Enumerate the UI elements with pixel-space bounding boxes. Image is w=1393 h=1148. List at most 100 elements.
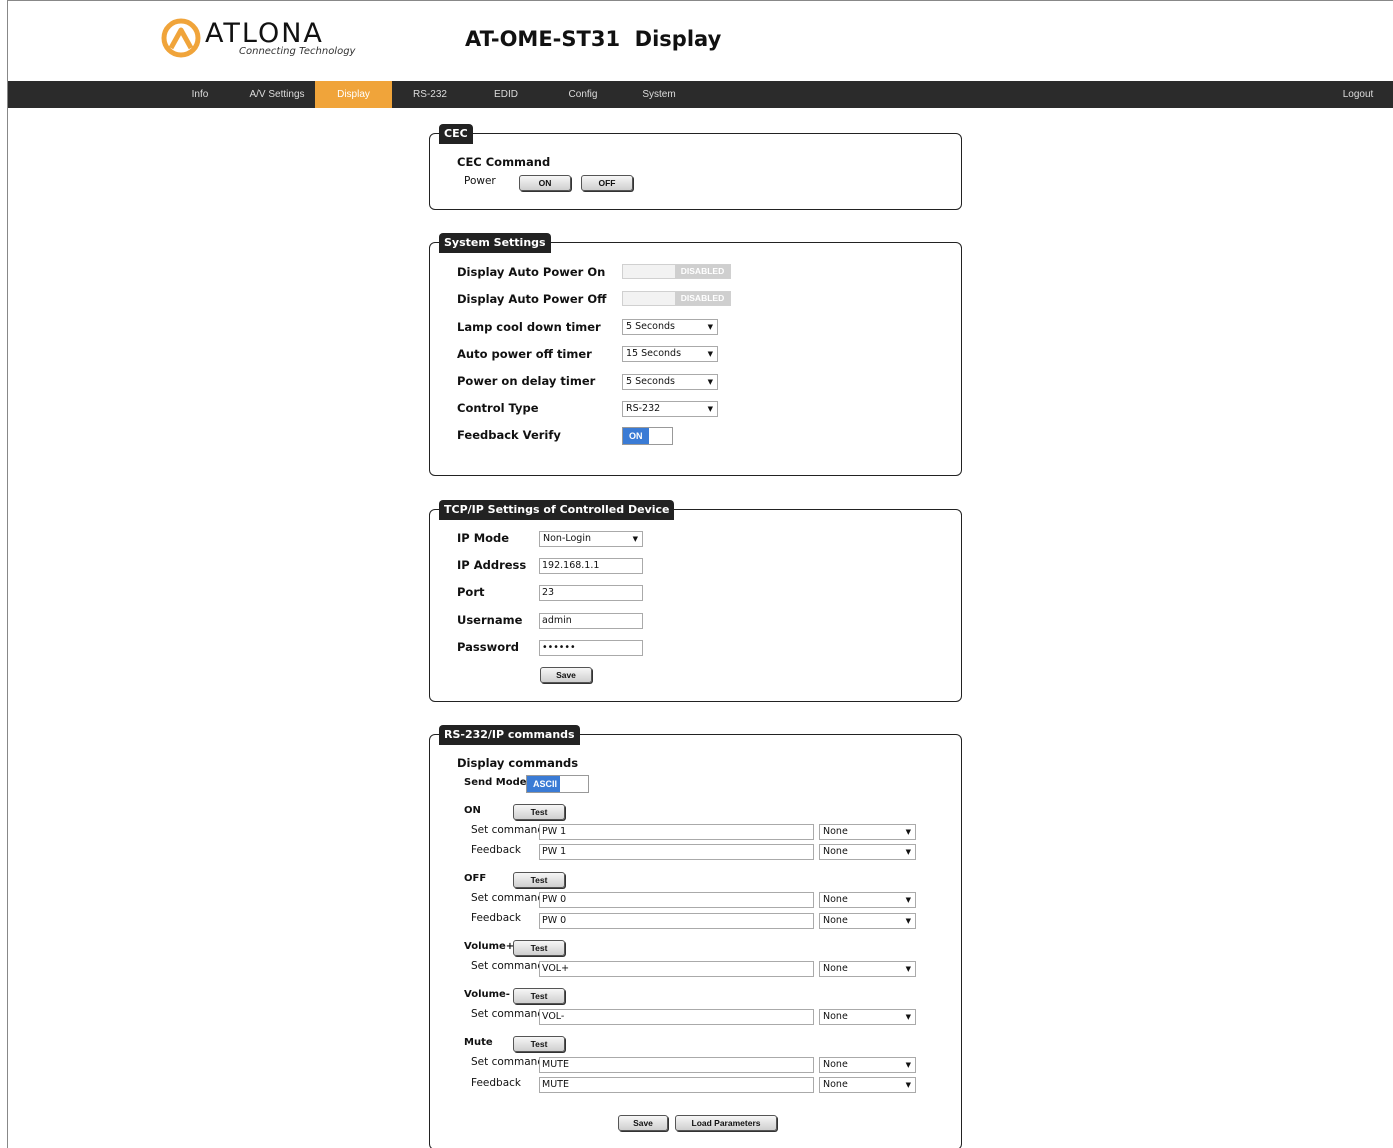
auto-power-on-label: Display Auto Power On: [457, 265, 606, 279]
cmd-off-set-select[interactable]: None ▼: [819, 892, 916, 908]
cmd-volup-test-button[interactable]: Test: [513, 940, 565, 956]
cmd-off-set-select-value: None: [823, 894, 848, 905]
cec-power-off-button[interactable]: OFF: [581, 175, 633, 191]
chevron-down-icon: ▼: [905, 917, 911, 925]
username-label: Username: [457, 613, 523, 627]
cec-power-on-button[interactable]: ON: [519, 175, 571, 191]
feedback-verify-toggle[interactable]: ON: [622, 427, 673, 445]
chevron-down-icon: ▼: [905, 828, 911, 836]
cmd-on-feedback-label: Feedback: [471, 844, 522, 856]
top-nav: Info A/V Settings Display RS-232 EDID Co…: [8, 81, 1393, 108]
display-commands-label: Display commands: [457, 756, 579, 770]
cmd-off-feedback-select[interactable]: None ▼: [819, 913, 916, 929]
cmd-voldown-set-select-value: None: [823, 1011, 848, 1022]
page-title: AT-OME-ST31 Display: [465, 27, 722, 51]
cec-legend: CEC: [439, 124, 473, 144]
cmd-on-feedback-select[interactable]: None ▼: [819, 844, 916, 860]
cmd-volup-set-input[interactable]: VOL+: [539, 961, 814, 977]
cmd-mute-label: Mute: [464, 1037, 493, 1048]
cmd-mute-set-select-value: None: [823, 1059, 848, 1070]
cmd-on-set-input[interactable]: PW 1: [539, 824, 814, 840]
cmd-on-feedback-input[interactable]: PW 1: [539, 844, 814, 860]
ip-mode-value: Non-Login: [543, 533, 591, 544]
system-settings-legend: System Settings: [439, 233, 551, 253]
cmd-off-feedback-input[interactable]: PW 0: [539, 913, 814, 929]
nav-item-av-settings[interactable]: A/V Settings: [240, 81, 314, 108]
chevron-down-icon: ▼: [905, 1013, 911, 1021]
nav-item-config[interactable]: Config: [562, 81, 604, 108]
tcp-ip-section: TCP/IP Settings of Controlled Device IP …: [429, 500, 962, 702]
cmd-mute-set-select[interactable]: None ▼: [819, 1057, 916, 1073]
logo-wordmark: ATLONA: [205, 18, 324, 49]
cmd-voldown-set-input[interactable]: VOL-: [539, 1009, 814, 1025]
port-input[interactable]: 23: [539, 585, 643, 601]
cmd-on-set-label: Set command: [471, 824, 544, 836]
cmd-on-set-select[interactable]: None ▼: [819, 824, 916, 840]
cec-command-label: CEC Command: [457, 155, 551, 169]
auto-power-off-toggle[interactable]: DISABLED: [622, 291, 731, 306]
lamp-cool-down-value: 5 Seconds: [626, 321, 675, 332]
auto-power-on-toggle[interactable]: DISABLED: [622, 264, 731, 279]
rs232-save-button[interactable]: Save: [618, 1115, 668, 1131]
chevron-down-icon: ▼: [905, 1061, 911, 1069]
chevron-down-icon: ▼: [905, 965, 911, 973]
password-label: Password: [457, 640, 519, 654]
chevron-down-icon: ▼: [707, 378, 713, 386]
power-on-delay-select[interactable]: 5 Seconds ▼: [622, 374, 718, 390]
feedback-verify-state: ON: [623, 428, 649, 444]
rs232-legend: RS-232/IP commands: [439, 725, 580, 745]
logo-tagline: Connecting Technology: [239, 46, 356, 57]
lamp-cool-down-select[interactable]: 5 Seconds ▼: [622, 319, 718, 335]
cmd-voldown-set-select[interactable]: None ▼: [819, 1009, 916, 1025]
chevron-down-icon: ▼: [707, 405, 713, 413]
cmd-volup-set-select-value: None: [823, 963, 848, 974]
auto-power-off-timer-select[interactable]: 15 Seconds ▼: [622, 346, 718, 362]
nav-item-system[interactable]: System: [636, 81, 682, 108]
control-type-select[interactable]: RS-232 ▼: [622, 401, 718, 417]
cmd-mute-feedback-select-value: None: [823, 1079, 848, 1090]
cmd-volup-label: Volume+: [464, 941, 515, 952]
auto-power-off-state: DISABLED: [675, 292, 730, 305]
cmd-off-label: OFF: [464, 873, 487, 884]
cmd-volup-set-select[interactable]: None ▼: [819, 961, 916, 977]
nav-item-edid[interactable]: EDID: [488, 81, 524, 108]
auto-power-off-timer-value: 15 Seconds: [626, 348, 682, 359]
cmd-mute-feedback-select[interactable]: None ▼: [819, 1077, 916, 1093]
cmd-off-set-input[interactable]: PW 0: [539, 892, 814, 908]
chevron-down-icon: ▼: [905, 1081, 911, 1089]
cec-section: CEC CEC Command Power ON OFF: [429, 124, 962, 210]
password-input[interactable]: ••••••: [539, 640, 643, 656]
cmd-mute-test-button[interactable]: Test: [513, 1036, 565, 1052]
cmd-mute-feedback-input[interactable]: MUTE: [539, 1077, 814, 1093]
power-on-delay-label: Power on delay timer: [457, 374, 596, 388]
cmd-off-test-button[interactable]: Test: [513, 872, 565, 888]
nav-item-info[interactable]: Info: [178, 81, 222, 108]
auto-power-off-timer-label: Auto power off timer: [457, 347, 592, 361]
ip-address-label: IP Address: [457, 558, 527, 572]
cmd-voldown-label: Volume-: [464, 989, 510, 1000]
send-mode-toggle[interactable]: ASCII: [526, 775, 589, 793]
cmd-mute-set-input[interactable]: MUTE: [539, 1057, 814, 1073]
control-type-value: RS-232: [626, 403, 661, 414]
logout-link[interactable]: Logout: [1336, 81, 1380, 108]
ip-address-input[interactable]: 192.168.1.1: [539, 558, 643, 574]
cmd-voldown-test-button[interactable]: Test: [513, 988, 565, 1004]
cmd-off-feedback-select-value: None: [823, 915, 848, 926]
ip-mode-label: IP Mode: [457, 531, 510, 545]
auto-power-on-state: DISABLED: [675, 265, 730, 278]
ip-mode-select[interactable]: Non-Login ▼: [539, 531, 643, 547]
cmd-mute-feedback-label: Feedback: [471, 1077, 522, 1089]
cmd-on-label: ON: [464, 805, 481, 816]
chevron-down-icon: ▼: [707, 350, 713, 358]
load-parameters-button[interactable]: Load Parameters: [675, 1115, 777, 1131]
feedback-verify-label: Feedback Verify: [457, 428, 561, 442]
chevron-down-icon: ▼: [707, 323, 713, 331]
username-input[interactable]: admin: [539, 613, 643, 629]
cmd-on-test-button[interactable]: Test: [513, 804, 565, 820]
nav-item-rs232[interactable]: RS-232: [407, 81, 453, 108]
cmd-on-set-select-value: None: [823, 826, 848, 837]
cmd-voldown-set-label: Set command: [471, 1008, 544, 1020]
nav-item-display[interactable]: Display: [315, 81, 392, 108]
tcp-save-button[interactable]: Save: [540, 667, 592, 683]
lamp-cool-down-label: Lamp cool down timer: [457, 320, 601, 334]
